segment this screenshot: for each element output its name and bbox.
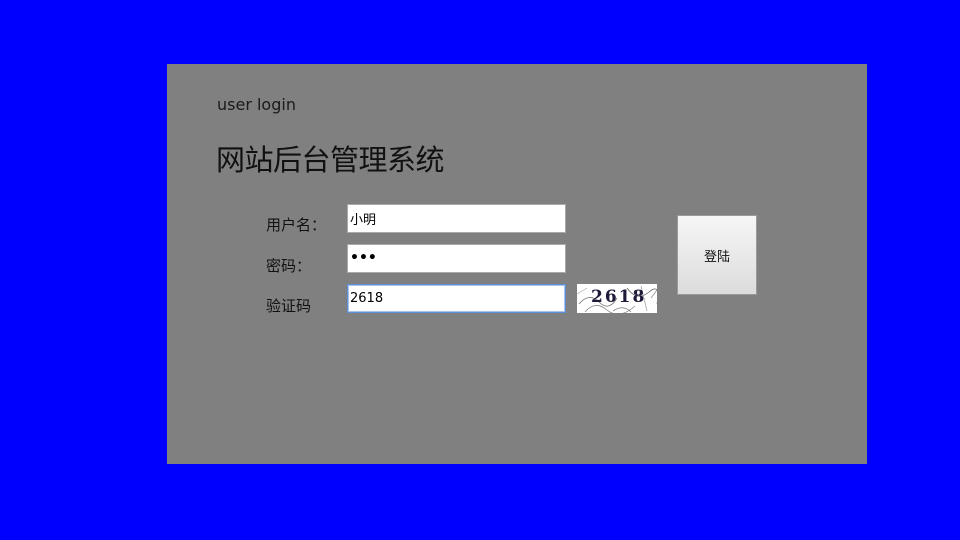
username-label: 用户名：: [266, 216, 327, 234]
username-field[interactable]: [347, 204, 566, 233]
captcha-field[interactable]: [347, 284, 566, 313]
captcha-image[interactable]: 2618: [577, 284, 657, 313]
captcha-image-text: 2618: [591, 287, 647, 307]
page-title: 网站后台管理系统: [216, 143, 445, 177]
login-panel: user login 网站后台管理系统 用户名： 密码： ••• 验证码 261…: [167, 64, 867, 464]
password-field[interactable]: •••: [347, 244, 566, 273]
password-label: 密码：: [266, 257, 312, 275]
captcha-label: 验证码: [266, 297, 312, 315]
login-button[interactable]: 登陆: [677, 215, 757, 295]
login-subtitle: user login: [217, 95, 296, 114]
